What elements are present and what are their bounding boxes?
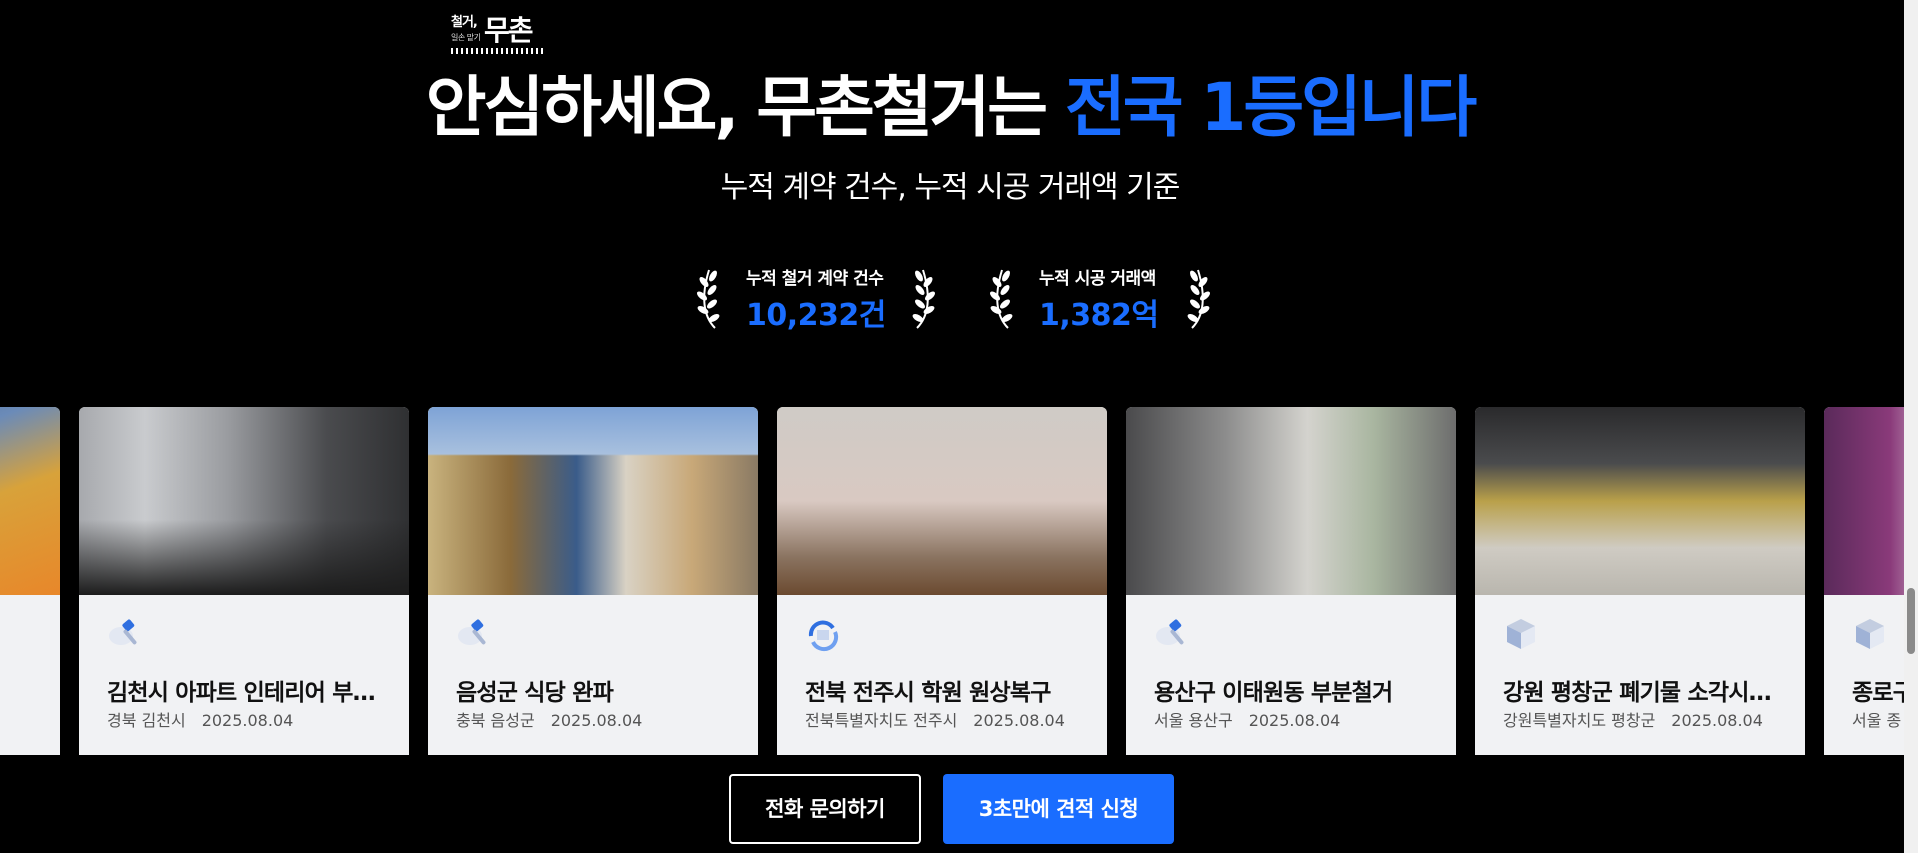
project-carousel[interactable]: … 김천시 아파트 인테리어 부분철거 경북 김천시2025.08.04 음	[0, 407, 1904, 755]
laurel-right-icon	[912, 269, 935, 329]
project-date: 2025.08.04	[1671, 711, 1763, 730]
project-region: 강원특별자치도 평창군	[1503, 711, 1656, 730]
stat-label: 누적 철거 계약 건수	[746, 269, 884, 289]
project-title: 전북 전주시 학원 원상복구	[805, 680, 1051, 706]
phone-inquiry-button[interactable]: 전화 문의하기	[729, 774, 921, 844]
laurel-left-icon	[697, 269, 720, 329]
project-card[interactable]: …	[0, 407, 60, 755]
hammer-icon	[458, 619, 486, 645]
cube-icon	[1507, 619, 1535, 649]
project-card[interactable]: 종로구 서울 종	[1824, 407, 1904, 755]
headline-accent: 전국 1등입니다	[1065, 69, 1477, 146]
stat-value: 10,232건	[746, 290, 886, 334]
project-region: 충북 음성군	[456, 711, 535, 730]
page-subheading: 누적 계약 건수, 누적 시공 거래액 기준	[720, 170, 1181, 205]
logo-stripes	[451, 48, 545, 54]
laurel-right-icon	[1187, 269, 1210, 329]
logo-text-tagline: 일손 맡기	[451, 33, 481, 42]
project-meta: 강원특별자치도 평창군 2025.08.04	[1503, 707, 1763, 731]
project-photo	[0, 407, 60, 595]
laurel-left-icon	[990, 269, 1013, 329]
project-photo	[1824, 407, 1904, 595]
project-photo	[1126, 407, 1456, 595]
quote-request-button[interactable]: 3초만에 견적 신청	[943, 774, 1174, 844]
page-headline: 안심하세요, 무촌철거는 전국 1등입니다	[0, 68, 1900, 148]
project-photo	[79, 407, 409, 595]
logo-text-main: 무촌	[484, 14, 534, 47]
project-card[interactable]: 용산구 이태원동 부분철거 서울 용산구 2025.08.04	[1126, 407, 1456, 755]
hammer-icon	[109, 619, 137, 645]
brand-logo[interactable]: 철거, 일손 맡기 무촌	[451, 14, 545, 54]
project-card[interactable]: 전북 전주시 학원 원상복구 전북특별자치도 전주시 2025.08.04	[777, 407, 1107, 755]
project-meta: 충북 음성군 2025.08.04	[456, 707, 642, 731]
page-scrollbar[interactable]	[1904, 0, 1918, 853]
stat-number: 10,232	[746, 298, 859, 333]
project-title: …	[0, 673, 36, 699]
hammer-icon	[1156, 619, 1184, 645]
project-title: 종로구	[1852, 680, 1904, 706]
project-photo	[777, 407, 1107, 595]
project-date: 2025.08.04	[550, 711, 643, 730]
project-date: 2025.08.04	[201, 711, 294, 730]
project-title: 음성군 식당 완파	[456, 680, 614, 706]
stat-unit: 건	[858, 298, 887, 333]
page: 철거, 일손 맡기 무촌 안심하세요, 무촌철거는 전국 1등입니다 누적 계약…	[0, 0, 1918, 853]
project-card[interactable]: 음성군 식당 완파 충북 음성군 2025.08.04	[428, 407, 758, 755]
stat-label: 누적 시공 거래액	[1039, 269, 1156, 289]
stat-revenue: 누적 시공 거래액 1,382억	[988, 262, 1210, 334]
project-meta: 서울 용산구 2025.08.04	[1154, 707, 1340, 731]
project-date: 2025.08.04	[1248, 711, 1341, 730]
project-meta: 전북특별자치도 전주시 2025.08.04	[805, 707, 1065, 731]
project-title: 용산구 이태원동 부분철거	[1154, 680, 1393, 706]
project-region: 경북 김천시	[107, 711, 186, 730]
cube-icon	[1856, 619, 1884, 649]
stat-value: 1,382억	[1039, 290, 1159, 334]
project-region: 전북특별자치도 전주시	[805, 711, 958, 730]
project-photo	[1475, 407, 1805, 595]
restore-icon	[808, 620, 839, 652]
stat-number: 1,382	[1039, 298, 1132, 333]
project-title: 강원 평창군 폐기물 소각시설 철거	[1503, 680, 1781, 706]
project-region: 서울 종	[1852, 711, 1902, 730]
project-date: 2025.08.04	[973, 711, 1065, 730]
project-region: 서울 용산구	[1154, 711, 1233, 730]
headline-text: 안심하세요, 무촌철거는	[425, 69, 1065, 146]
project-title: 김천시 아파트 인테리어 부분철거	[107, 680, 385, 706]
project-card[interactable]: 강원 평창군 폐기물 소각시설 철거 강원특별자치도 평창군 2025.08.04	[1475, 407, 1805, 755]
stat-unit: 억	[1131, 298, 1159, 333]
stat-contracts: 누적 철거 계약 건수 10,232건	[695, 262, 935, 334]
project-card[interactable]: 김천시 아파트 인테리어 부분철거 경북 김천시 2025.08.04	[79, 407, 409, 755]
project-meta: 서울 종	[1852, 707, 1901, 731]
project-photo	[428, 407, 758, 595]
project-meta: 경북 김천시 2025.08.04	[107, 707, 293, 731]
logo-text-small: 철거,	[451, 15, 478, 30]
scrollbar-thumb[interactable]	[1907, 588, 1915, 654]
